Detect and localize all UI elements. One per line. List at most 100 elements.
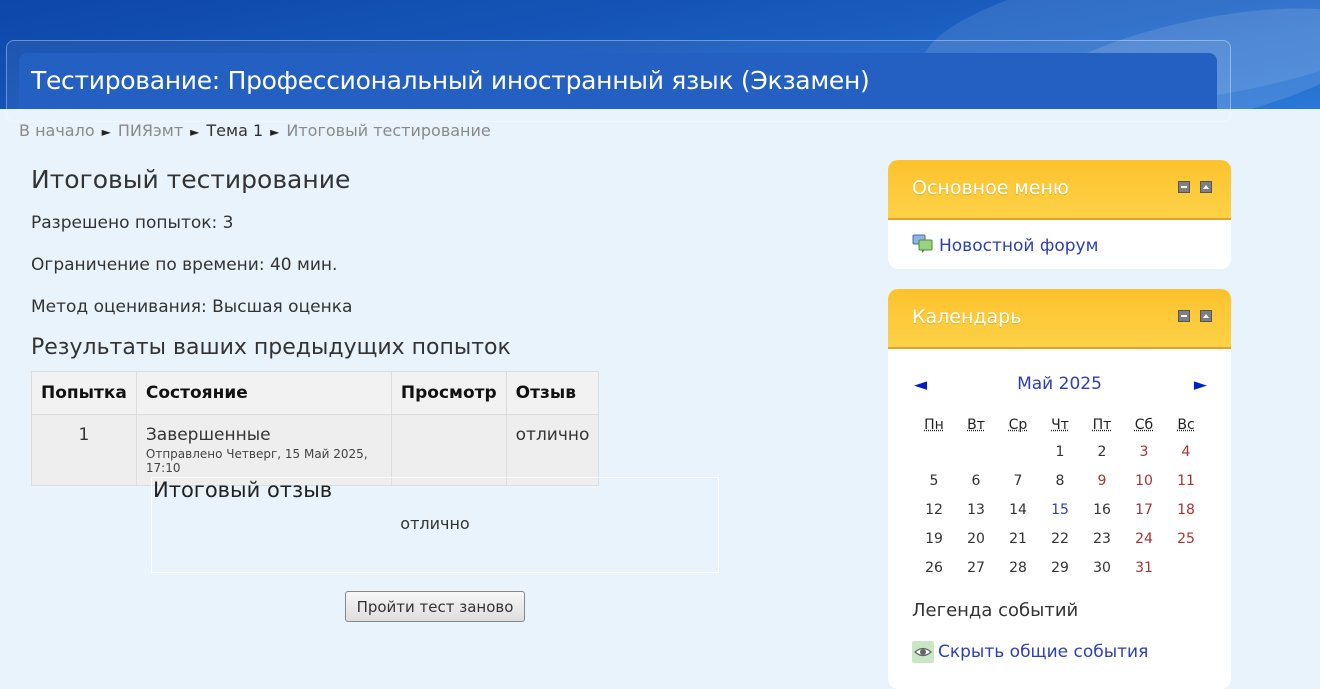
move-up-icon[interactable] bbox=[1200, 310, 1212, 322]
attempts-table: Попытка Состояние Просмотр Отзыв 1 Завер… bbox=[31, 371, 599, 486]
eye-icon bbox=[912, 641, 934, 663]
main-menu-header: Основное меню bbox=[888, 160, 1231, 220]
calendar-day: 2 bbox=[1081, 437, 1123, 466]
retry-quiz-button[interactable]: Пройти тест заново bbox=[345, 591, 525, 622]
calendar-week: 1 2 3 4 bbox=[913, 437, 1207, 466]
calendar-day-weekend: 31 bbox=[1123, 553, 1165, 582]
calendar-grid: Пн Вт Ср Чт Пт Сб Вс 1 2 3 4 5 6 7 8 9 1… bbox=[913, 413, 1207, 582]
overall-feedback-text: отлично bbox=[152, 514, 718, 533]
calendar-day: 23 bbox=[1081, 524, 1123, 553]
results-heading: Результаты ваших предыдущих попыток bbox=[31, 335, 511, 360]
calendar-day bbox=[997, 437, 1039, 466]
attempt-review bbox=[391, 415, 506, 486]
calendar-day: 5 bbox=[913, 466, 955, 495]
calendar-day: 21 bbox=[997, 524, 1039, 553]
breadcrumb-home[interactable]: В начало bbox=[19, 121, 95, 140]
calendar-day: 13 bbox=[955, 495, 997, 524]
breadcrumb: В начало ► ПИЯэмт ► Тема 1 ► Итоговый тестиров… bbox=[19, 121, 491, 140]
minimize-icon[interactable] bbox=[1178, 310, 1190, 322]
main-menu-title: Основное меню bbox=[912, 177, 1069, 199]
calendar-day-weekend: 25 bbox=[1165, 524, 1207, 553]
calendar-week: 12 13 14 15 16 17 18 bbox=[913, 495, 1207, 524]
page-title: Тестирование: Профессиональный иностранн… bbox=[31, 66, 869, 95]
breadcrumb-separator-icon: ► bbox=[270, 125, 279, 139]
attempt-feedback: отлично bbox=[506, 415, 599, 486]
main-menu-block: Основное меню Новостной форум bbox=[888, 160, 1231, 269]
calendar-day bbox=[913, 437, 955, 466]
minimize-icon[interactable] bbox=[1178, 181, 1190, 193]
calendar-week: 19 20 21 22 23 24 25 bbox=[913, 524, 1207, 553]
calendar-day-weekend: 11 bbox=[1165, 466, 1207, 495]
breadcrumb-quiz[interactable]: Итоговый тестирование bbox=[286, 121, 490, 140]
weekday-label: Пт bbox=[1081, 413, 1123, 437]
calendar-day: 8 bbox=[1039, 466, 1081, 495]
calendar-month: Май 2025 bbox=[888, 374, 1231, 394]
calendar-day: 14 bbox=[997, 495, 1039, 524]
weekday-label: Вс bbox=[1165, 413, 1207, 437]
calendar-day-weekend: 24 bbox=[1123, 524, 1165, 553]
weekday-label: Сб bbox=[1123, 413, 1165, 437]
attempt-submitted-time: Отправлено Четверг, 15 Май 2025, 17:10 bbox=[146, 447, 382, 475]
breadcrumb-topic: Тема 1 bbox=[206, 121, 263, 140]
column-header-state: Состояние bbox=[136, 372, 391, 415]
move-up-icon[interactable] bbox=[1200, 181, 1212, 193]
calendar-day-weekend: 4 bbox=[1165, 437, 1207, 466]
quiz-title: Итоговый тестирование bbox=[31, 165, 350, 194]
hide-global-events-link[interactable]: Скрыть общие события bbox=[912, 641, 1148, 663]
hide-global-events-label: Скрыть общие события bbox=[938, 642, 1148, 662]
weekday-row: Пн Вт Ср Чт Пт Сб Вс bbox=[913, 413, 1207, 437]
breadcrumb-separator-icon: ► bbox=[102, 125, 111, 139]
column-header-feedback: Отзыв bbox=[506, 372, 599, 415]
attempt-number: 1 bbox=[32, 415, 137, 486]
calendar-day: 22 bbox=[1039, 524, 1081, 553]
calendar-day: 7 bbox=[997, 466, 1039, 495]
calendar-day: 26 bbox=[913, 553, 955, 582]
calendar-day: 28 bbox=[997, 553, 1039, 582]
calendar-day: 27 bbox=[955, 553, 997, 582]
calendar-day: 16 bbox=[1081, 495, 1123, 524]
calendar-day: 30 bbox=[1081, 553, 1123, 582]
time-limit: Ограничение по времени: 40 мин. bbox=[31, 255, 337, 275]
calendar-day: 29 bbox=[1039, 553, 1081, 582]
weekday-label: Чт bbox=[1039, 413, 1081, 437]
calendar-month-link[interactable]: Май 2025 bbox=[1017, 374, 1102, 394]
calendar-day: 12 bbox=[913, 495, 955, 524]
weekday-label: Ср bbox=[997, 413, 1039, 437]
events-legend-title: Легенда событий bbox=[912, 600, 1078, 621]
attempt-state-cell: Завершенные Отправлено Четверг, 15 Май 2… bbox=[136, 415, 391, 486]
calendar-day-weekend: 3 bbox=[1123, 437, 1165, 466]
grading-method: Метод оценивания: Высшая оценка bbox=[31, 297, 352, 317]
calendar-week: 26 27 28 29 30 31 bbox=[913, 553, 1207, 582]
next-month-icon[interactable]: ► bbox=[1194, 375, 1207, 395]
table-header-row: Попытка Состояние Просмотр Отзыв bbox=[32, 372, 599, 415]
overall-feedback-box: Итоговый отзыв отлично bbox=[151, 477, 719, 573]
attempts-allowed: Разрешено попыток: 3 bbox=[31, 213, 233, 233]
calendar-day-weekend: 18 bbox=[1165, 495, 1207, 524]
column-header-review: Просмотр bbox=[391, 372, 506, 415]
calendar-block: Календарь ◄ Май 2025 ► Пн Вт Ср Чт Пт Сб… bbox=[888, 289, 1231, 689]
news-forum-label: Новостной форум bbox=[939, 236, 1098, 256]
forum-icon bbox=[912, 234, 933, 258]
table-row: 1 Завершенные Отправлено Четверг, 15 Май… bbox=[32, 415, 599, 486]
calendar-title: Календарь bbox=[912, 306, 1021, 328]
calendar-day: 6 bbox=[955, 466, 997, 495]
breadcrumb-course[interactable]: ПИЯэмт bbox=[118, 121, 183, 140]
column-header-attempt: Попытка bbox=[32, 372, 137, 415]
calendar-header: Календарь bbox=[888, 289, 1231, 349]
calendar-day: 1 bbox=[1039, 437, 1081, 466]
weekday-label: Вт bbox=[955, 413, 997, 437]
news-forum-link[interactable]: Новостной форум bbox=[912, 234, 1098, 258]
calendar-day-today[interactable]: 15 bbox=[1039, 495, 1081, 524]
calendar-week: 5 6 7 8 9 10 11 bbox=[913, 466, 1207, 495]
weekday-label: Пн bbox=[913, 413, 955, 437]
calendar-day bbox=[955, 437, 997, 466]
overall-feedback-title: Итоговый отзыв bbox=[153, 478, 332, 502]
calendar-day: 19 bbox=[913, 524, 955, 553]
breadcrumb-separator-icon: ► bbox=[190, 125, 199, 139]
calendar-day-holiday: 9 bbox=[1081, 466, 1123, 495]
calendar-day-weekend bbox=[1165, 553, 1207, 582]
calendar-day-weekend: 17 bbox=[1123, 495, 1165, 524]
calendar-day-weekend: 10 bbox=[1123, 466, 1165, 495]
calendar-day: 20 bbox=[955, 524, 997, 553]
attempt-state: Завершенные bbox=[146, 425, 271, 445]
